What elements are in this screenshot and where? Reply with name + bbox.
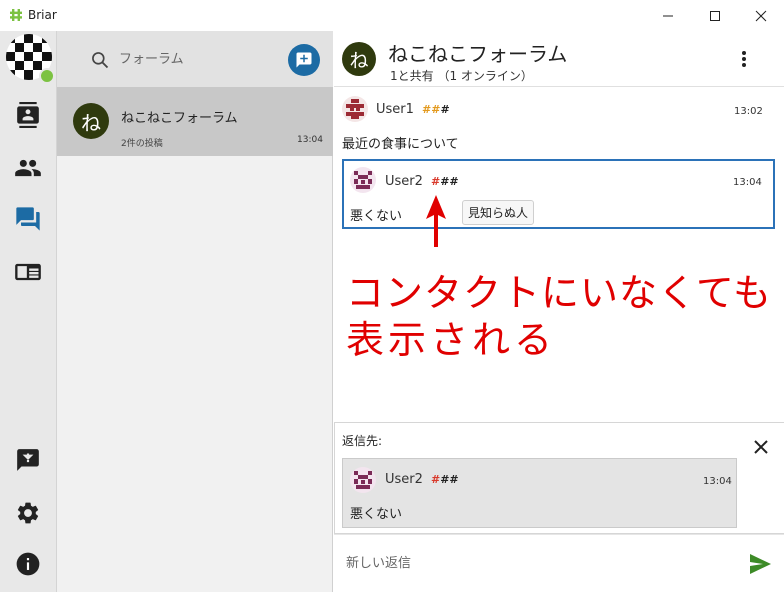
- briar-window: Briar フォーラム ね ねこねこフォーラム 2件の投稿 13:04 ね ねこ…: [0, 0, 784, 592]
- annotation-arrow-icon: [426, 195, 446, 247]
- close-icon: [755, 10, 767, 21]
- post-author: User1: [376, 102, 414, 117]
- forum-list-pane: ね ねこねこフォーラム 2件の投稿 13:04: [57, 31, 333, 592]
- more-options-button[interactable]: [734, 47, 754, 71]
- forum-list-item[interactable]: ね ねこねこフォーラム 2件の投稿 13:04: [57, 87, 333, 156]
- info-nav-button[interactable]: [12, 548, 44, 580]
- feedback-icon: [17, 449, 39, 471]
- reply-body: 悪くない: [350, 209, 403, 224]
- reply-input[interactable]: [346, 551, 726, 575]
- maximize-icon: [710, 10, 720, 21]
- forum-post-count: 2件の投稿: [121, 139, 163, 149]
- forum-name: ねこねこフォーラム: [121, 111, 238, 126]
- send-icon: [750, 554, 771, 574]
- forum-header: ね ねこねこフォーラム 1と共有 （1 オンライン）: [334, 31, 784, 87]
- reply-timestamp: 13:04: [733, 177, 762, 188]
- contacts-icon: [17, 102, 39, 128]
- forum-sharing-status: 1と共有 （1 オンライン）: [390, 69, 533, 83]
- user-identicon: [350, 467, 376, 493]
- post-timestamp: 13:02: [734, 106, 763, 117]
- blogs-nav-button[interactable]: [12, 256, 44, 288]
- maximize-button[interactable]: [692, 0, 738, 31]
- minimize-button[interactable]: [645, 0, 691, 31]
- forum-avatar: ね: [73, 103, 109, 139]
- search-input[interactable]: [119, 48, 279, 70]
- online-status-dot: [39, 68, 55, 84]
- identicon-user2: [350, 467, 376, 493]
- user-identicon: [350, 167, 376, 193]
- quoted-post: User2 ### 13:04 悪くない: [342, 458, 737, 528]
- author-hash: ###: [431, 175, 459, 188]
- post-thread: User1 ### 13:02 最近の食事について User2 ### 13:0…: [334, 87, 784, 422]
- groups-nav-button[interactable]: [12, 152, 44, 184]
- post-body: 最近の食事について: [342, 137, 459, 152]
- cancel-reply-button[interactable]: [751, 437, 771, 457]
- search-bar: [57, 31, 333, 87]
- feedback-nav-button[interactable]: [12, 444, 44, 476]
- add-chat-icon: [296, 52, 312, 68]
- search-icon: [92, 52, 109, 69]
- forum-timestamp: 13:04: [297, 135, 323, 145]
- reply-to-label: 返信先:: [342, 434, 383, 448]
- more-vert-icon: [742, 51, 746, 67]
- identicon-user2: [350, 167, 376, 193]
- groups-icon: [15, 159, 41, 177]
- identicon-user1: [342, 96, 368, 122]
- account-avatar[interactable]: [6, 34, 55, 84]
- close-window-button[interactable]: [738, 0, 784, 31]
- quoted-timestamp: 13:04: [703, 476, 732, 487]
- stranger-tooltip: 見知らぬ人: [462, 200, 535, 225]
- author-hash: ###: [422, 103, 450, 116]
- contacts-nav-button[interactable]: [12, 99, 44, 131]
- send-button[interactable]: [746, 550, 774, 578]
- blogs-icon: [15, 263, 41, 281]
- reply-to-panel: 返信先: User2 ### 13:04 悪くない: [334, 422, 784, 534]
- window-title: Briar: [28, 8, 57, 22]
- quoted-author: User2: [385, 472, 423, 487]
- reply-post[interactable]: User2 ### 13:04 悪くない 見知らぬ人: [342, 159, 775, 229]
- user-identicon: [342, 96, 368, 122]
- quoted-body: 悪くない: [350, 507, 403, 522]
- forums-nav-button[interactable]: [12, 203, 44, 235]
- settings-nav-button[interactable]: [12, 497, 44, 529]
- author-hash: ###: [431, 473, 459, 486]
- settings-icon: [17, 502, 39, 524]
- nav-rail: [0, 31, 57, 592]
- header-forum-avatar: ね: [342, 42, 376, 76]
- forum-title: ねこねこフォーラム: [388, 42, 568, 66]
- info-icon: [16, 552, 40, 576]
- reply-author: User2: [385, 174, 423, 189]
- annotation-text-line2: 表示される: [346, 318, 557, 362]
- reply-composer: [334, 534, 784, 592]
- close-icon: [754, 440, 768, 454]
- forums-icon: [16, 207, 40, 231]
- title-bar: Briar: [0, 0, 784, 31]
- briar-logo-icon: [10, 9, 22, 21]
- create-forum-button[interactable]: [288, 44, 320, 76]
- minimize-icon: [663, 15, 673, 16]
